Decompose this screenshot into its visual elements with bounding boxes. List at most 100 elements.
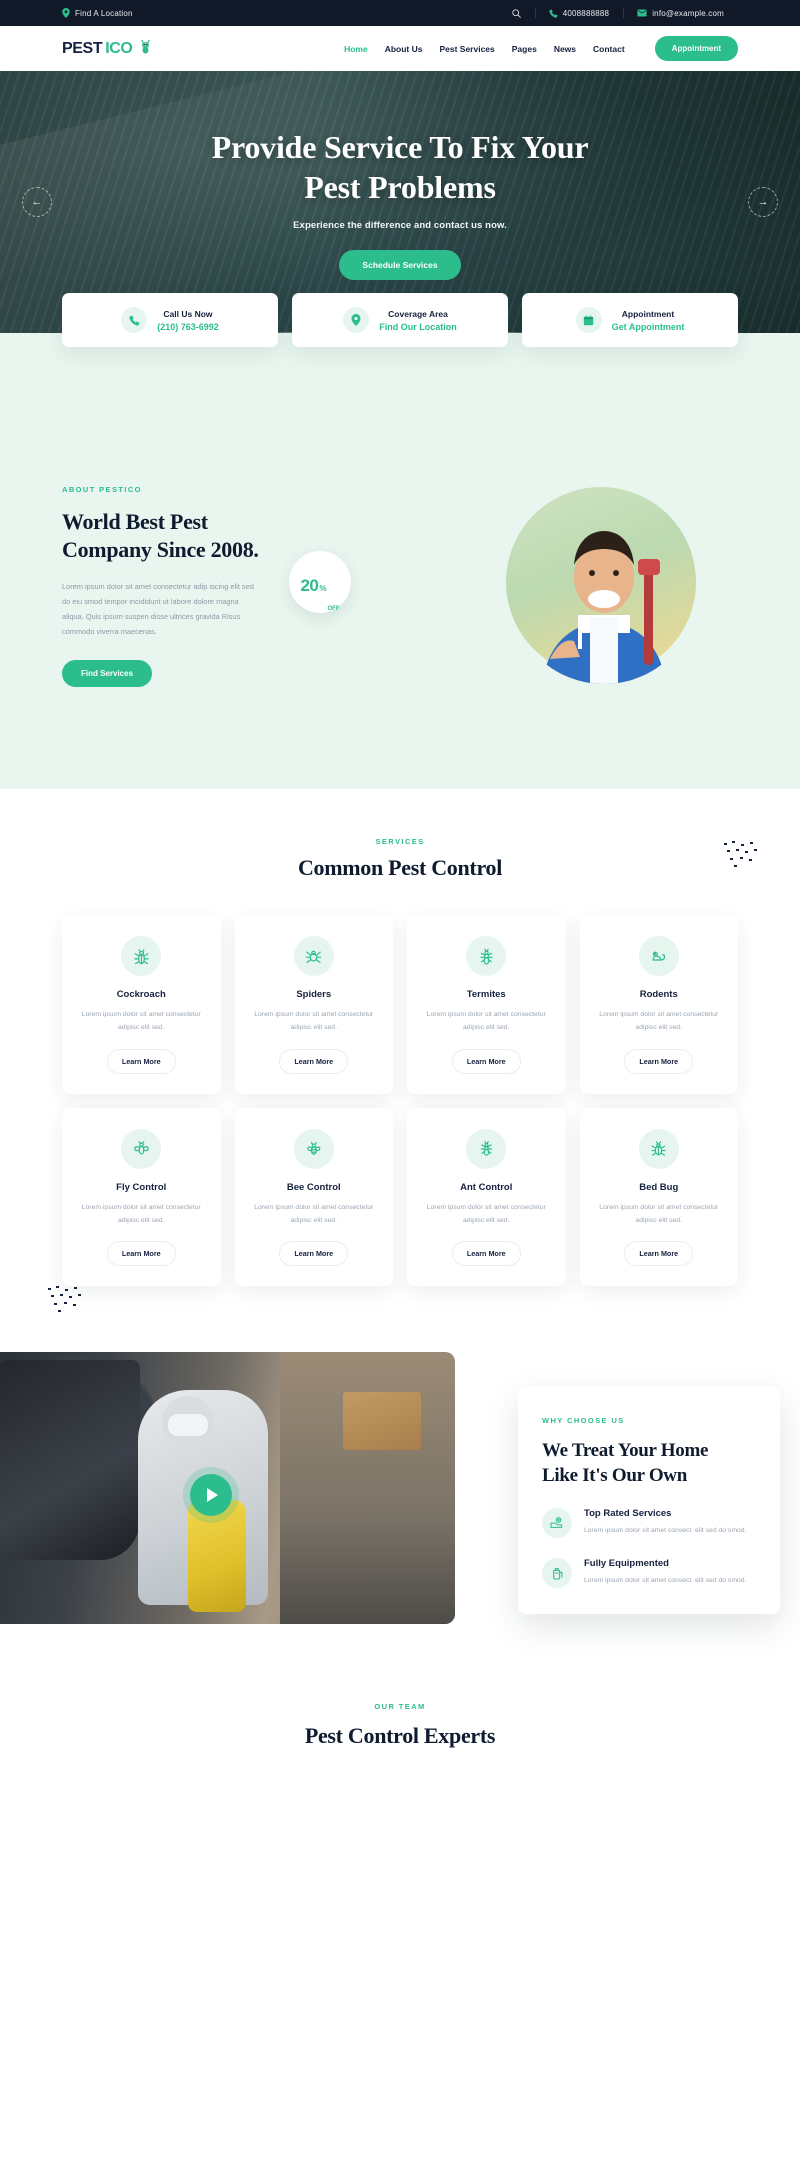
- top-bar-phone-label: 4008888888: [562, 8, 610, 18]
- services-header: SERVICES Common Pest Control: [62, 837, 738, 881]
- rodent-icon: [638, 936, 679, 976]
- calendar-icon: [575, 307, 602, 333]
- nav-item-home[interactable]: Home: [344, 44, 368, 54]
- worker-photo: [540, 531, 668, 684]
- discount-off-label: OFF: [327, 606, 340, 612]
- info-cards: Call Us Now (210) 763-6992 Coverage Area…: [62, 293, 738, 347]
- info-card-appointment-title: Appointment: [621, 308, 675, 319]
- site-logo[interactable]: PEST ICO: [62, 38, 154, 60]
- termite-icon: [466, 936, 507, 976]
- hero-title-line1: Provide Service To Fix Your: [211, 129, 589, 166]
- service-card-rodents[interactable]: Rodents Lorem ipsum dolor sit amet conse…: [579, 915, 738, 1094]
- arrow-right-icon: →: [757, 196, 769, 208]
- equipment-icon: [542, 1558, 572, 1589]
- about-body: Lorem ipsum dolor sit amet consectetur a…: [62, 582, 254, 636]
- learn-more-button[interactable]: Learn More: [106, 1048, 176, 1074]
- vehicle-shape: [0, 1360, 140, 1560]
- info-card-call-value: (210) 763-6992: [157, 321, 219, 332]
- about-section: ABOUT PESTICO World Best Pest Company Si…: [0, 445, 800, 789]
- learn-more-button[interactable]: Learn More: [624, 1241, 694, 1266]
- beetle-icon: [121, 936, 162, 976]
- top-bar-phone[interactable]: 4008888888: [535, 9, 624, 18]
- service-desc: Lorem ipsum dolor sit amet consectetur a…: [81, 1011, 201, 1032]
- hero-next-arrow[interactable]: →: [748, 187, 778, 217]
- feature-title: Fully Equipmented: [584, 1558, 669, 1570]
- map-pin-icon: [343, 307, 370, 333]
- service-desc: Lorem ipsum dolor sit amet consectetur a…: [426, 1011, 546, 1032]
- learn-more-button[interactable]: Learn More: [106, 1241, 176, 1266]
- logo-text-part1: PEST: [62, 39, 103, 57]
- services-grid: Cockroach Lorem ipsum dolor sit amet con…: [62, 915, 738, 1286]
- top-bar-location[interactable]: Find A Location: [62, 8, 133, 18]
- ant-icon: [466, 1128, 507, 1169]
- feature-top-rated: Top Rated Services Lorem ipsum dolor sit…: [542, 1508, 756, 1539]
- background-box: [343, 1392, 421, 1450]
- info-cards-band: Call Us Now (210) 763-6992 Coverage Area…: [0, 293, 800, 445]
- service-title: Bed Bug: [639, 1181, 679, 1193]
- learn-more-button[interactable]: Learn More: [451, 1241, 521, 1266]
- phone-icon: [121, 307, 148, 333]
- service-card-spiders[interactable]: Spiders Lorem ipsum dolor sit amet conse…: [234, 915, 393, 1094]
- arrow-left-icon: ←: [31, 196, 43, 208]
- service-card-fly-control[interactable]: Fly Control Lorem ipsum dolor sit amet c…: [62, 1107, 221, 1286]
- info-card-appointment[interactable]: Appointment Get Appointment: [522, 293, 738, 347]
- service-title: Spiders: [296, 989, 332, 1000]
- info-card-call[interactable]: Call Us Now (210) 763-6992: [62, 293, 278, 347]
- award-icon: [542, 1508, 572, 1539]
- nav-item-contact[interactable]: Contact: [593, 44, 625, 54]
- nav-item-pages[interactable]: Pages: [512, 44, 537, 54]
- search-icon: [512, 8, 521, 18]
- nav-item-news[interactable]: News: [554, 44, 576, 54]
- service-title: Rodents: [639, 989, 678, 1000]
- service-title: Bee Control: [286, 1181, 341, 1193]
- logo-text-part2: ICO: [105, 39, 133, 57]
- services-section: SERVICES Common Pest Control Cockroach L…: [0, 789, 800, 1338]
- services-heading: Common Pest Control: [297, 855, 503, 880]
- service-desc: Lorem ipsum dolor sit amet consectetur a…: [599, 1011, 719, 1032]
- service-desc: Lorem ipsum dolor sit amet consectetur a…: [599, 1203, 719, 1224]
- envelope-icon: [637, 9, 647, 17]
- service-title: Cockroach: [116, 989, 166, 1000]
- service-desc: Lorem ipsum dolor sit amet consectetur a…: [81, 1203, 201, 1224]
- service-card-bed-bug[interactable]: Bed Bug Lorem ipsum dolor sit amet conse…: [579, 1107, 738, 1286]
- top-bar-search[interactable]: [498, 8, 535, 18]
- phone-icon: [549, 9, 558, 18]
- top-bar-email[interactable]: info@example.com: [623, 9, 738, 18]
- nav-item-pest-services[interactable]: Pest Services: [439, 44, 494, 54]
- why-choose-panel: WHY CHOOSE US We Treat Your Home Like It…: [518, 1386, 780, 1615]
- hero-title-line2: Pest Problems: [304, 168, 496, 205]
- info-card-coverage[interactable]: Coverage Area Find Our Location: [292, 293, 508, 347]
- info-card-coverage-value: Find Our Location: [379, 321, 457, 332]
- service-title: Termites: [466, 989, 506, 1000]
- why-choose-heading-line1: We Treat Your Home: [542, 1440, 709, 1461]
- team-eyebrow: OUR TEAM: [374, 1702, 426, 1711]
- hero-prev-arrow[interactable]: ←: [22, 187, 52, 217]
- play-video-button[interactable]: [190, 1474, 232, 1516]
- appointment-button[interactable]: Appointment: [654, 36, 738, 61]
- service-card-bee-control[interactable]: Bee Control Lorem ipsum dolor sit amet c…: [234, 1107, 393, 1286]
- service-desc: Lorem ipsum dolor sit amet consectetur a…: [254, 1011, 374, 1032]
- find-services-button[interactable]: Find Services: [62, 659, 153, 687]
- spider-icon: [293, 936, 334, 976]
- top-bar-email-label: info@example.com: [652, 8, 724, 18]
- why-choose-heading: We Treat Your Home Like It's Our Own: [542, 1439, 756, 1488]
- service-card-ant-control[interactable]: Ant Control Lorem ipsum dolor sit amet c…: [407, 1107, 566, 1286]
- learn-more-button[interactable]: Learn More: [451, 1048, 521, 1074]
- bug-mascot-icon: [137, 38, 154, 60]
- nav-menu: Home About Us Pest Services Pages News C…: [344, 44, 625, 54]
- team-heading: Pest Control Experts: [304, 1723, 496, 1748]
- learn-more-button[interactable]: Learn More: [279, 1048, 349, 1074]
- why-choose-eyebrow: WHY CHOOSE US: [542, 1416, 625, 1425]
- service-card-termites[interactable]: Termites Lorem ipsum dolor sit amet cons…: [407, 915, 566, 1094]
- hero-subtitle: Experience the difference and contact us…: [293, 219, 507, 231]
- landing-page: Find A Location 4008888888 info@example.…: [0, 0, 800, 1765]
- learn-more-button[interactable]: Learn More: [624, 1048, 694, 1074]
- service-card-cockroach[interactable]: Cockroach Lorem ipsum dolor sit amet con…: [62, 915, 221, 1094]
- schedule-services-button[interactable]: Schedule Services: [339, 249, 461, 280]
- info-card-call-title: Call Us Now: [163, 308, 213, 319]
- learn-more-button[interactable]: Learn More: [279, 1241, 349, 1266]
- feature-desc: Lorem ipsum dolor sit amet consect. elit…: [584, 1577, 747, 1585]
- hero-title: Provide Service To Fix Your Pest Problem…: [212, 128, 589, 206]
- nav-item-about-us[interactable]: About Us: [385, 44, 423, 54]
- about-illustration: 20 % OFF: [277, 479, 738, 729]
